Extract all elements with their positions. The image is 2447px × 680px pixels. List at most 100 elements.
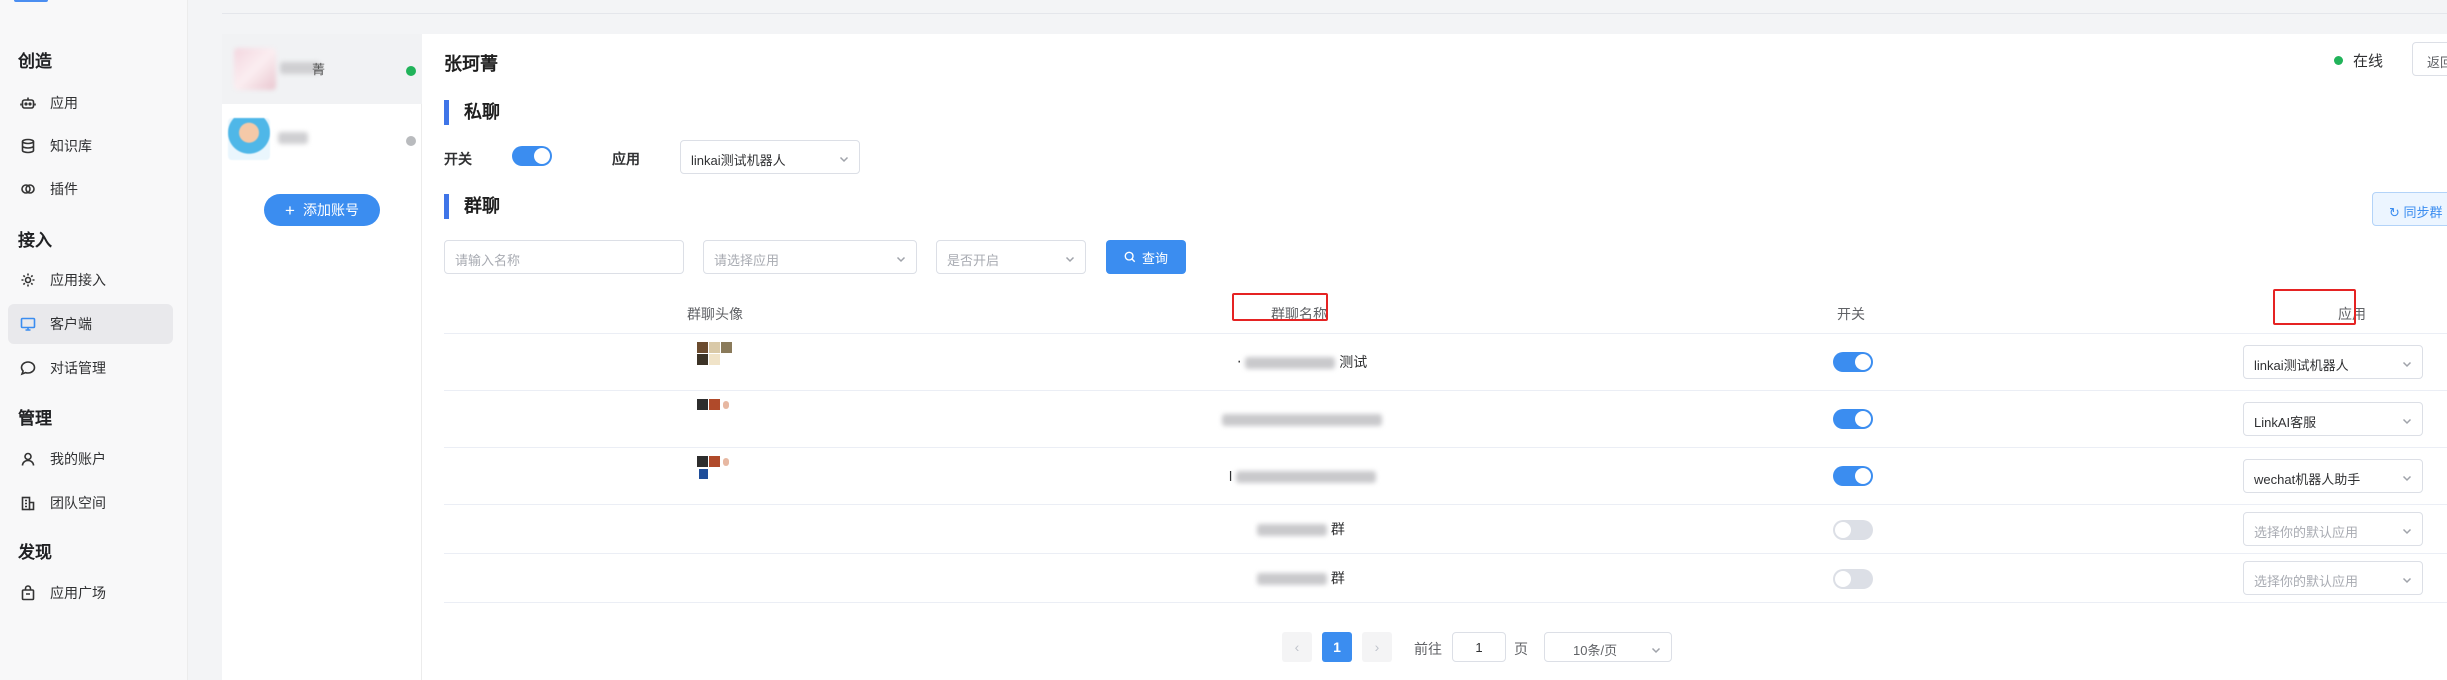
group-app-select[interactable]: linkai测试机器人 [2243, 345, 2423, 379]
pagination-prev-button[interactable]: ‹ [1282, 632, 1312, 662]
back-button[interactable]: 返回 [2412, 42, 2447, 76]
group-name: 群 [1257, 568, 1345, 588]
group-app-value: wechat机器人助手 [2254, 472, 2361, 487]
group-name [1222, 411, 1382, 427]
sync-groups-button[interactable]: ↻ 同步群 [2372, 192, 2447, 226]
store-icon [20, 585, 36, 601]
group-app-select[interactable]: 选择你的默认应用 [2243, 561, 2423, 595]
nav-item-app-access[interactable]: 应用接入 [8, 260, 173, 300]
group-app-value: LinkAI客服 [2254, 415, 2317, 430]
nav-item-conversations[interactable]: 对话管理 [8, 348, 173, 388]
nav-section-discover: 发现 [18, 543, 52, 562]
account-name-redacted [278, 132, 308, 144]
nav-item-app-store[interactable]: 应用广场 [8, 573, 173, 613]
nav-item-apps[interactable]: 应用 [8, 83, 173, 123]
group-name-redacted [1236, 471, 1377, 484]
robot-icon [20, 95, 36, 111]
group-app-select[interactable]: 选择你的默认应用 [2243, 512, 2423, 546]
group-toggle[interactable] [1833, 520, 1873, 540]
group-name-redacted [1257, 524, 1327, 537]
highlight-box-name-column [1232, 293, 1328, 321]
nav-item-my-account[interactable]: 我的账户 [8, 439, 173, 479]
section-title-group-chat: 群聊 [444, 194, 500, 219]
table-row: 群 选择你的默认应用 [444, 554, 2447, 603]
page-size-value: 10条/页 [1573, 643, 1618, 658]
group-name-search-input[interactable]: 请输入名称 [444, 240, 684, 274]
database-icon [20, 138, 36, 154]
group-name-text: 群 [1330, 570, 1345, 586]
group-toggle[interactable] [1833, 409, 1873, 429]
query-button-label: 查询 [1141, 250, 1168, 266]
group-name: l [1229, 468, 1377, 484]
private-app-select[interactable]: linkai测试机器人 [680, 140, 860, 174]
group-name-redacted [1222, 414, 1382, 427]
nav-section-manage: 管理 [18, 409, 52, 428]
chevron-down-icon [1651, 643, 1661, 654]
group-avatar [697, 399, 735, 429]
toggle-knob [534, 148, 550, 164]
chevron-down-icon [2402, 471, 2412, 482]
group-table-header: 群聊头像 群聊名称 开关 应用 [444, 288, 2447, 334]
status-text: 在线 [2353, 53, 2384, 70]
nav-section-access: 接入 [18, 231, 52, 250]
page-title: 张珂菁 [444, 54, 498, 74]
group-app-filter-select[interactable]: 请选择应用 [703, 240, 917, 274]
nav-item-apps-label: 应用 [50, 95, 78, 111]
pagination-goto-label: 前往 [1414, 641, 1442, 657]
page-size-select[interactable]: 10条/页 [1544, 632, 1672, 662]
query-button[interactable]: 查询 [1106, 240, 1186, 274]
plus-icon: + [285, 200, 295, 220]
private-app-value: linkai测试机器人 [691, 153, 786, 168]
nav-item-team-space-label: 团队空间 [50, 495, 106, 511]
group-app-placeholder: 选择你的默认应用 [2254, 525, 2359, 540]
nav-item-client-label: 客户端 [50, 316, 92, 332]
table-row: LinkAI客服 [444, 391, 2447, 448]
table-row: 群 选择你的默认应用 [444, 505, 2447, 554]
group-enabled-filter-select[interactable]: 是否开启 [936, 240, 1086, 274]
nav-item-knowledge-base-label: 知识库 [50, 138, 92, 154]
nav-item-plugins-label: 插件 [50, 181, 78, 197]
toggle-knob [1835, 522, 1851, 538]
online-dot-icon [2334, 56, 2343, 65]
nav-item-my-account-label: 我的账户 [50, 451, 106, 467]
group-app-value: linkai测试机器人 [2254, 358, 2349, 373]
pagination-page-1[interactable]: 1 [1322, 632, 1352, 662]
account-name: 菁 [312, 62, 326, 77]
group-toggle[interactable] [1833, 466, 1873, 486]
account-item[interactable]: 菁 [222, 34, 422, 104]
sync-groups-label: 同步群 [2403, 205, 2443, 220]
search-icon [1124, 251, 1136, 263]
group-name-prefix: l [1229, 468, 1233, 484]
private-chat-toggle[interactable] [512, 146, 552, 166]
group-avatar [697, 456, 735, 486]
building-icon [20, 495, 36, 511]
section-title-private-chat: 私聊 [444, 100, 500, 125]
refresh-icon: ↻ [2389, 205, 2404, 220]
user-icon [20, 451, 36, 467]
nav-item-client[interactable]: 客户端 [8, 304, 173, 344]
add-account-button[interactable]: + 添加账号 [264, 194, 380, 226]
group-app-select[interactable]: LinkAI客服 [2243, 402, 2423, 436]
toggle-knob [1835, 571, 1851, 587]
column-header-switch: 开关 [1837, 306, 1865, 322]
pagination-next-button[interactable]: › [1362, 632, 1392, 662]
left-nav: 创造 应用 知识库 插件 接入 应用接入 客户端 对话管理 管理 我的账户 团队… [0, 0, 188, 680]
nav-item-app-store-label: 应用广场 [50, 585, 106, 601]
chevron-down-icon [2402, 357, 2412, 368]
group-app-select[interactable]: wechat机器人助手 [2243, 459, 2423, 493]
client-detail-panel: 张珂菁 在线 返回 私聊 开关 应用 linkai测试机器人 群聊 ↻ 同步群 … [422, 34, 2447, 680]
column-header-avatar: 群聊头像 [687, 306, 743, 322]
nav-item-app-access-label: 应用接入 [50, 272, 106, 288]
nav-item-knowledge-base[interactable]: 知识库 [8, 126, 173, 166]
nav-item-team-space[interactable]: 团队空间 [8, 483, 173, 523]
pagination-goto-input[interactable]: 1 [1452, 632, 1506, 662]
group-toggle[interactable] [1833, 352, 1873, 372]
group-name: 群 [1257, 519, 1345, 539]
status-dot-offline [406, 136, 416, 146]
monitor-icon [20, 316, 36, 332]
nav-item-plugins[interactable]: 插件 [8, 169, 173, 209]
group-app-placeholder: 选择你的默认应用 [2254, 574, 2359, 589]
group-toggle[interactable] [1833, 569, 1873, 589]
account-item[interactable] [222, 104, 422, 174]
nav-item-conversations-label: 对话管理 [50, 360, 106, 376]
